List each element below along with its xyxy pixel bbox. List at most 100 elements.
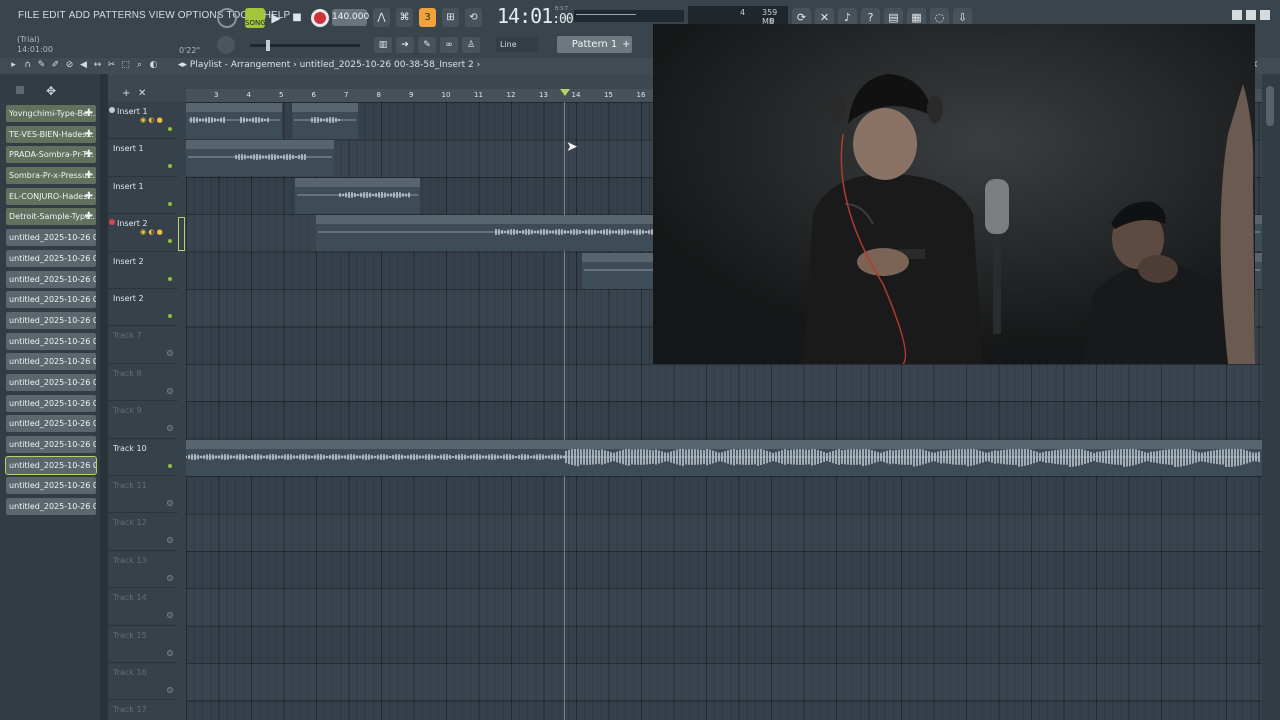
track-header[interactable]: Track 8	[108, 364, 178, 402]
clip-add-icon[interactable]: ✚	[85, 146, 93, 163]
picker-move-icon[interactable]: ✥	[46, 84, 56, 98]
track-mute-led[interactable]	[167, 537, 173, 544]
pitch-knob[interactable]	[217, 36, 235, 54]
track-header[interactable]: Insert 2	[108, 252, 178, 289]
slice-icon[interactable]: ✂	[106, 60, 117, 70]
menu-view[interactable]: VIEW	[149, 10, 175, 21]
countdown-icon[interactable]: 3	[419, 8, 436, 27]
select-icon[interactable]: ⬚	[120, 60, 131, 70]
master-volume-handle[interactable]	[266, 40, 270, 51]
play-button[interactable]: ▶	[267, 8, 285, 28]
loop-record-icon[interactable]: ⟲	[465, 8, 482, 27]
track-header[interactable]: Track 13	[108, 551, 178, 589]
track-controls-icon[interactable]: ◉ ◐ ●	[140, 116, 163, 124]
pencil-icon[interactable]: ✎	[418, 37, 436, 53]
track-header[interactable]: Track 16	[108, 663, 178, 701]
delete-icon[interactable]: ⊘	[64, 60, 75, 70]
track-header[interactable]: Track 7	[108, 326, 178, 364]
add-track-icon[interactable]: +	[122, 88, 130, 99]
track-mute-led[interactable]	[168, 463, 172, 468]
clip-add-icon[interactable]: ✚	[85, 105, 93, 122]
link-icon[interactable]: ∞	[440, 37, 458, 53]
browser-clip-item[interactable]: Detroit-Sample-Type... ✚	[6, 208, 96, 226]
browser-clip-item[interactable]: untitled_2025-10-26 00-...	[6, 415, 96, 433]
snap-select[interactable]: Line	[496, 37, 538, 52]
playlist-scrollbar[interactable]	[1262, 74, 1280, 720]
browser-clip-item[interactable]: Yovngchimi-Type-Be... ✚	[6, 105, 96, 122]
playlist-clip[interactable]: untitled_2025-10-26 00-32-50_Insert 1	[186, 140, 334, 177]
track-mute-led[interactable]	[167, 574, 173, 581]
close-icon[interactable]	[1260, 10, 1270, 20]
browser-clip-item[interactable]: EL-CONJURO-Hades-... ✚	[6, 187, 96, 205]
arrow-right-icon[interactable]: ➔	[396, 37, 414, 53]
browser-clip-item[interactable]: untitled_2025-10-26 00-...	[5, 455, 97, 475]
browser-clip-item[interactable]: Sombra-Pr-x-Pressu... ✚	[6, 167, 96, 185]
track-mute-led[interactable]	[168, 201, 172, 206]
track-mute-led[interactable]	[167, 687, 173, 693]
track-status-icon[interactable]	[109, 107, 115, 113]
track-mute-led[interactable]	[167, 350, 173, 357]
pattern-selector[interactable]: Pattern 1	[557, 36, 632, 53]
metronome-knob[interactable]	[217, 8, 237, 28]
track-header[interactable]: Insert 1 ◉ ◐ ●	[108, 102, 178, 140]
track-mute-led[interactable]	[168, 127, 172, 131]
track-mute-led[interactable]	[167, 425, 173, 432]
track-header[interactable]: Insert 2	[108, 289, 178, 327]
track-mute-led[interactable]	[168, 164, 172, 169]
browser-clip-item[interactable]: untitled_2025-10-26 00-...	[6, 291, 96, 309]
browser-clip-item[interactable]: untitled_2025-10-26 00-...	[6, 353, 96, 371]
piano-icon[interactable]: ▥	[374, 37, 392, 53]
scroll-thumb[interactable]	[1266, 86, 1274, 126]
playhead-marker[interactable]	[560, 89, 570, 96]
track-header[interactable]: Track 14	[108, 588, 178, 626]
master-volume-slider[interactable]	[250, 40, 360, 51]
paint-icon[interactable]: ✐	[50, 60, 61, 70]
playlist-clip[interactable]: EL-CONJURO-Hades-66-Type-Beat	[186, 439, 1262, 476]
track-header[interactable]: Track 17	[108, 700, 178, 720]
menu-patterns[interactable]: PATTERNS	[93, 10, 146, 21]
track-header[interactable]: Track 15	[108, 626, 178, 663]
track-mute-led[interactable]	[167, 387, 173, 394]
picker-menu-icon[interactable]	[16, 86, 24, 94]
track-mute-led[interactable]	[167, 649, 173, 656]
browser-clip-item[interactable]: untitled_2025-10-26 00-...	[6, 270, 96, 288]
browser-clip-item[interactable]: TE-VES-BIEN-Hades... ✚	[6, 125, 96, 143]
tempo-display[interactable]: 140.000	[332, 9, 369, 26]
clip-add-icon[interactable]: ✚	[85, 167, 93, 184]
track-header[interactable]: Track 9	[108, 401, 178, 439]
track-status-icon[interactable]	[109, 219, 115, 226]
wait-input-icon[interactable]: ⌘	[396, 8, 413, 27]
step-edit-icon[interactable]: ⊞	[442, 8, 459, 27]
playlist-clip[interactable]: untitled_2025...-47_Insert 1	[186, 103, 282, 139]
stamp-icon[interactable]: ♙	[462, 37, 480, 53]
track-header[interactable]: Insert 1	[108, 139, 178, 177]
clip-add-icon[interactable]: ✚	[85, 208, 93, 225]
track-mute-led[interactable]	[167, 500, 173, 506]
playlist-clip[interactable]: untitled_..._Insert 1	[292, 103, 358, 139]
clip-add-icon[interactable]: ✚	[85, 126, 93, 143]
browser-clip-item[interactable]: untitled_2025-10-26 00-...	[6, 498, 96, 516]
track-mute-led[interactable]	[168, 314, 172, 318]
menu-edit[interactable]: EDIT	[43, 10, 66, 21]
menu-arrow-icon[interactable]: ▸	[8, 60, 19, 70]
track-header[interactable]: Insert 1	[108, 177, 178, 215]
menu-file[interactable]: FILE	[18, 10, 40, 21]
track-mute-led[interactable]	[168, 239, 172, 244]
picker-scrollbar[interactable]	[100, 74, 108, 720]
record-button[interactable]	[311, 9, 329, 27]
minimize-icon[interactable]	[1232, 10, 1242, 20]
remove-track-icon[interactable]: ✕	[138, 88, 146, 99]
track-mute-led[interactable]	[167, 612, 173, 619]
song-mode-button[interactable]: SONG	[245, 8, 266, 28]
track-header[interactable]: Insert 2 ◉ ◐ ●	[108, 214, 178, 252]
speaker-icon[interactable]: ◐	[148, 60, 159, 70]
browser-clip-item[interactable]: untitled_2025-10-26 00-...	[6, 229, 96, 247]
playlist-clip[interactable]: untitled_2025-10-...00-37-41_Insert 1	[295, 177, 420, 214]
browser-clip-item[interactable]: untitled_2025-10-26 00-...	[6, 332, 96, 350]
magnet-icon[interactable]: ∩	[22, 60, 33, 70]
browser-clip-item[interactable]: untitled_2025-10-26 00-...	[6, 394, 96, 412]
slip-icon[interactable]: ↔	[92, 60, 103, 70]
track-mute-led[interactable]	[168, 276, 172, 281]
metronome-icon[interactable]: ⋀	[373, 8, 390, 27]
zoom-icon[interactable]: ⌕	[134, 60, 145, 70]
